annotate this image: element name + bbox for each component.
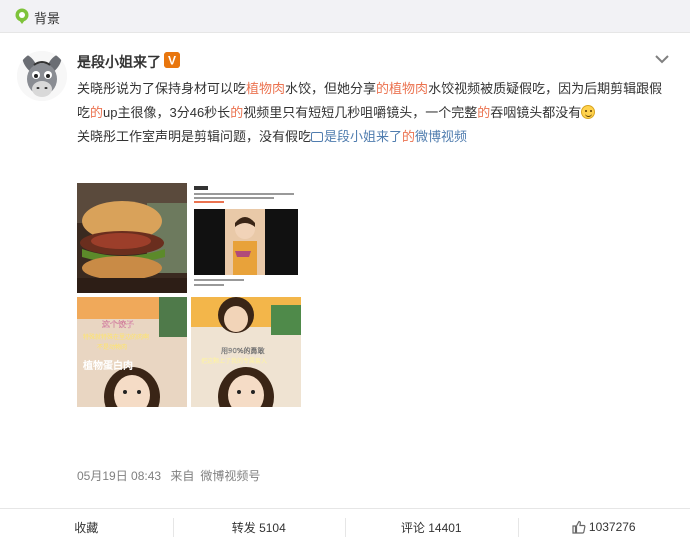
post-timestamp[interactable]: 05月19日 08:43 [77, 469, 161, 483]
favorite-button[interactable]: 收藏 [0, 509, 173, 545]
image-thumbnail-video-screenshot[interactable] [191, 183, 301, 293]
video-link-icon [311, 132, 324, 142]
comment-button[interactable]: 评论 14401 [345, 509, 518, 545]
top-bar: 背景 [0, 0, 690, 33]
chevron-down-icon[interactable] [654, 53, 670, 65]
post-author-name[interactable]: 是段小姐来了 [77, 52, 161, 72]
image-thumbnail-eating[interactable]: 用90%的勇敢 把这颗上了我的专属套入 [191, 297, 301, 407]
background-label: 背景 [34, 11, 61, 26]
like-button[interactable]: 1037276 [517, 509, 690, 545]
svg-text:植物蛋白肉: 植物蛋白肉 [82, 359, 133, 372]
keyword-highlight: 的植物肉 [376, 81, 429, 96]
svg-text:特殊就特殊在里边的肉啊: 特殊就特殊在里边的肉啊 [83, 333, 149, 341]
svg-text:把这颗上了我的专属套入: 把这颗上了我的专属套入 [201, 357, 267, 365]
keyword-highlight: 植物肉 [246, 81, 286, 96]
location-pin-icon [15, 8, 29, 24]
weibo-video-link[interactable]: 微博视频 [415, 129, 467, 144]
donkey-avatar-icon [17, 51, 67, 101]
post-meta: 05月19日 08:43 来自 微博视频号 [77, 467, 266, 484]
action-bar: 收藏 转发 5104 评论 14401 1037276 [0, 508, 690, 545]
thumbs-up-icon [572, 520, 586, 534]
image-thumbnail-burger[interactable] [77, 183, 187, 293]
weibo-post-card: 是段小姐来了 V 关晓彤说为了保持身材可以吃植物肉水饺，但她分享的植物肉水饺视频… [0, 33, 690, 545]
avatar[interactable] [17, 51, 67, 101]
svg-text:不是动物肉: 不是动物肉 [97, 343, 127, 351]
svg-text:用90%的勇敢: 用90%的勇敢 [221, 346, 265, 355]
post-source-prefix: 来自 [170, 469, 195, 483]
smile-emoji-icon [581, 105, 596, 119]
svg-text:V: V [168, 54, 176, 68]
image-thumbnail-dumpling[interactable]: 这个饺子 特殊就特殊在里边的肉啊 不是动物肉 植物蛋白肉 [77, 297, 187, 407]
verified-badge-icon: V [164, 52, 180, 68]
image-grid: 这个饺子 特殊就特殊在里边的肉啊 不是动物肉 植物蛋白肉 用90%的勇敢 把这颗… [77, 183, 301, 407]
svg-text:这个饺子: 这个饺子 [102, 319, 134, 329]
post-text: 关晓彤说为了保持身材可以吃植物肉水饺，但她分享的植物肉水饺视频被质疑假吃，因为后… [77, 81, 663, 144]
author-link[interactable]: 是段小姐来了 [324, 129, 402, 144]
post-source[interactable]: 微博视频号 [200, 469, 260, 483]
repost-button[interactable]: 转发 5104 [172, 509, 346, 545]
